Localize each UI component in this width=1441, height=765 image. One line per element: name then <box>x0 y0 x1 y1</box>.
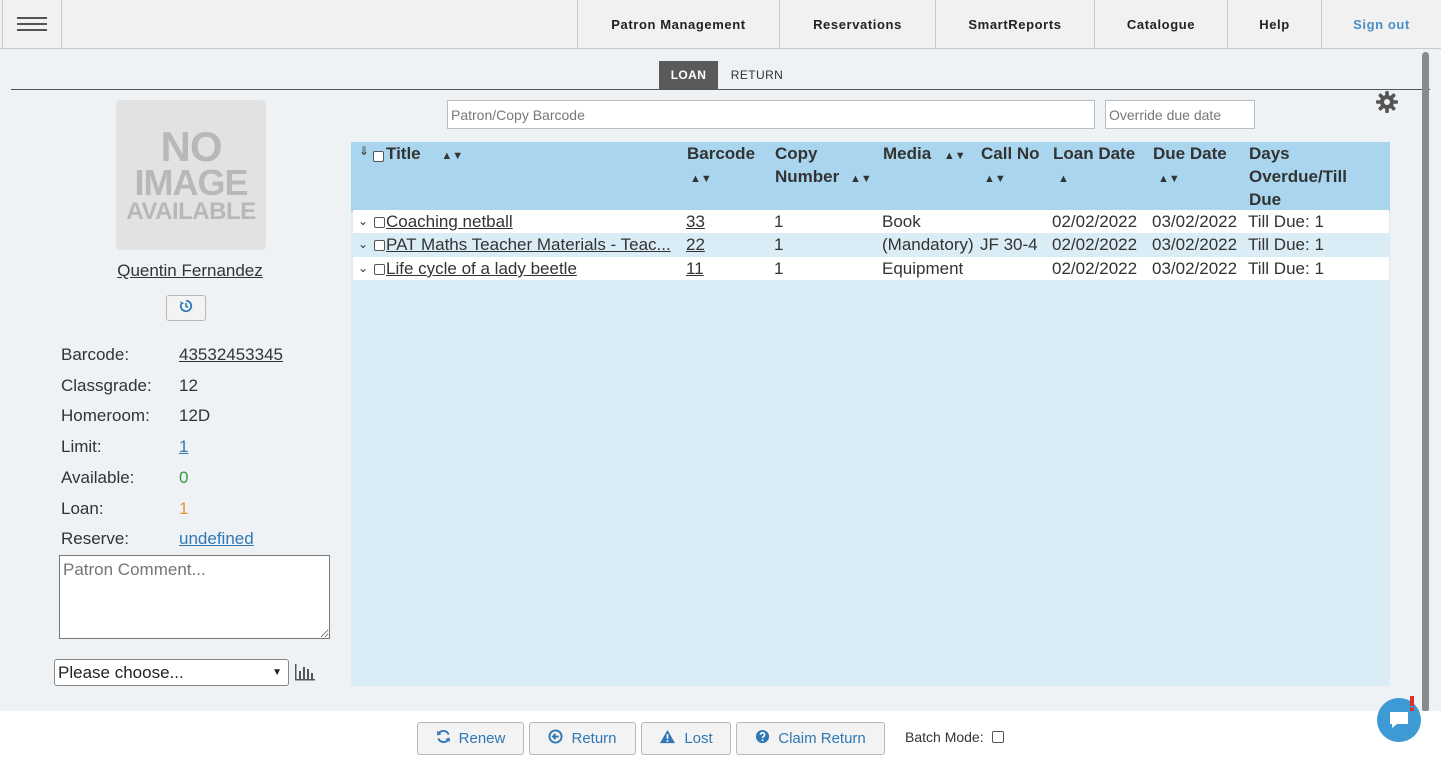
title-link[interactable]: Life cycle of a lady beetle <box>386 257 686 280</box>
nav-smartreports[interactable]: SmartReports <box>935 0 1094 48</box>
return-button[interactable]: Return <box>529 722 636 755</box>
top-navigation: Patron Management Reservations SmartRepo… <box>0 0 1441 49</box>
barcode-link[interactable]: 33 <box>686 210 705 233</box>
batch-mode-toggle: Batch Mode: <box>905 729 1004 745</box>
expand-all-icon[interactable]: ⇓ <box>359 144 369 158</box>
col-due-date[interactable]: Due Date ▲▼ <box>1153 142 1227 191</box>
loan-return-tabs: LOAN RETURN <box>659 61 796 89</box>
row-checkbox[interactable] <box>374 210 385 233</box>
history-button[interactable] <box>166 295 206 321</box>
refresh-icon <box>436 729 451 748</box>
patron-name-link[interactable]: Quentin Fernandez <box>60 261 320 281</box>
sort-icon: ▲▼ <box>943 150 966 162</box>
renew-button[interactable]: Renew <box>417 722 524 755</box>
patron-action-select[interactable]: Please choose... ▼ <box>54 659 289 686</box>
sort-icon: ▲▼ <box>441 150 464 162</box>
nav-help[interactable]: Help <box>1227 0 1321 48</box>
barcode-link[interactable]: 22 <box>686 233 705 256</box>
patron-comment-field[interactable] <box>59 555 330 639</box>
col-media[interactable]: Media ▲▼ <box>883 142 966 168</box>
select-all-checkbox[interactable] <box>373 144 384 167</box>
chevron-down-icon[interactable]: ⌄ <box>358 210 368 233</box>
sort-icon: ▲▼ <box>1158 173 1180 185</box>
col-loan-date[interactable]: Loan Date ▲ <box>1053 142 1135 191</box>
col-title[interactable]: Title ▲▼ <box>386 142 463 168</box>
chevron-down-icon[interactable]: ⌄ <box>358 257 368 280</box>
history-icon <box>179 299 193 318</box>
nav-sign-out[interactable]: Sign out <box>1321 0 1441 48</box>
row-checkbox[interactable] <box>374 233 385 256</box>
barcode-link[interactable]: 11 <box>686 257 704 280</box>
tab-loan[interactable]: LOAN <box>659 61 718 89</box>
override-due-date-input[interactable] <box>1105 100 1255 129</box>
sort-asc-icon: ▲ <box>1058 173 1069 185</box>
patron-photo-placeholder: NO IMAGE AVAILABLE <box>116 100 266 250</box>
notification-alert-icon <box>1409 696 1415 711</box>
sort-icon: ▲▼ <box>849 173 872 185</box>
nav-menu: Patron Management Reservations SmartRepo… <box>577 0 1441 48</box>
warning-icon <box>659 729 676 748</box>
table-header: ⇓ Title ▲▼ Barcode ▲▼ Copy Number ▲▼ Media… <box>351 142 1390 212</box>
loans-table: ⇓ Title ▲▼ Barcode ▲▼ Copy Number ▲▼ Media… <box>351 142 1390 686</box>
barcode-input[interactable] <box>447 100 1095 129</box>
claim-return-button[interactable]: Claim Return <box>736 722 885 755</box>
circle-arrow-left-icon <box>548 729 564 748</box>
chevron-down-icon: ▼ <box>272 667 282 678</box>
sort-icon: ▲▼ <box>984 173 1006 185</box>
reserve-link[interactable]: undefined <box>179 529 254 549</box>
table-row: ⌄ PAT Maths Teacher Materials - Teac... … <box>353 233 1389 256</box>
question-circle-icon <box>755 729 770 748</box>
row-checkbox[interactable] <box>374 257 385 280</box>
nav-reservations[interactable]: Reservations <box>779 0 935 48</box>
patron-barcode-link[interactable]: 43532453345 <box>179 345 283 365</box>
tab-divider <box>11 89 1430 90</box>
col-days-overdue[interactable]: Days Overdue/Till Due <box>1249 142 1347 211</box>
sort-icon: ▲▼ <box>690 173 712 185</box>
title-link[interactable]: PAT Maths Teacher Materials - Teac... <box>386 233 681 256</box>
chevron-down-icon[interactable]: ⌄ <box>358 233 368 256</box>
limit-link[interactable]: 1 <box>179 437 188 457</box>
hamburger-menu-icon[interactable] <box>2 0 62 48</box>
title-link[interactable]: Coaching netball <box>386 210 686 233</box>
col-call-no[interactable]: Call No ▲▼ <box>981 142 1040 191</box>
tab-return[interactable]: RETURN <box>718 61 796 89</box>
nav-catalogue[interactable]: Catalogue <box>1094 0 1227 48</box>
vertical-scrollbar[interactable] <box>1422 52 1429 712</box>
lost-button[interactable]: Lost <box>641 722 731 755</box>
nav-patron-management[interactable]: Patron Management <box>577 0 779 48</box>
batch-mode-checkbox[interactable] <box>991 731 1004 743</box>
col-copy-number[interactable]: Copy Number ▲▼ <box>775 142 872 191</box>
bar-chart-icon[interactable] <box>294 663 316 686</box>
gear-icon[interactable] <box>1375 90 1399 119</box>
table-row: ⌄ Coaching netball 33 1 Book 02/02/2022 … <box>353 210 1389 233</box>
col-barcode[interactable]: Barcode ▲▼ <box>687 142 755 191</box>
table-row: ⌄ Life cycle of a lady beetle 11 1 Equip… <box>353 257 1389 280</box>
